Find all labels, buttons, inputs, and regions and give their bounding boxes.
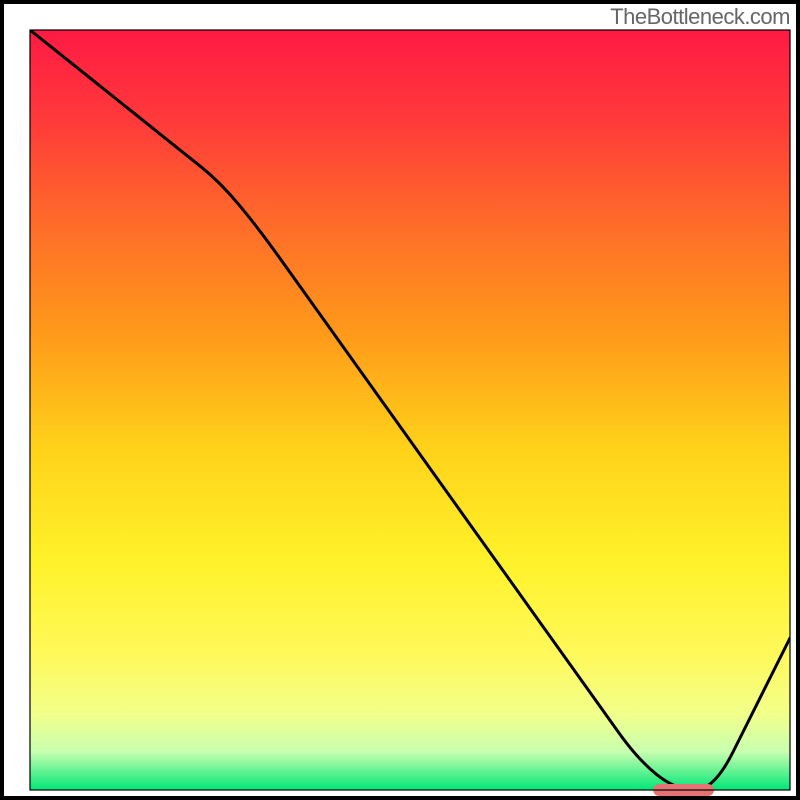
bottleneck-chart <box>0 0 800 800</box>
chart-gradient-background <box>30 30 790 790</box>
chart-container: TheBottleneck.com <box>0 0 800 800</box>
watermark-label: TheBottleneck.com <box>610 4 790 30</box>
